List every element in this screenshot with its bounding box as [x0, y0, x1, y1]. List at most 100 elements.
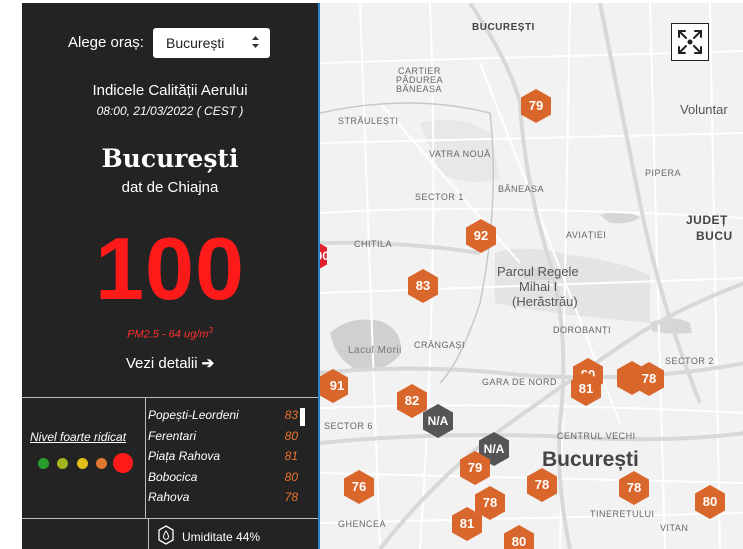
map[interactable]: BUCUREȘTI CARTIER PĂDUREA BĂNEASA STRĂUL… [318, 3, 743, 549]
aqi-marker-value: 78 [534, 477, 550, 492]
station-name: Rahova [148, 490, 190, 504]
map-label: CRÂNGAȘI [414, 340, 466, 350]
map-label: SECTOR 1 [415, 192, 464, 202]
station-row[interactable]: Ferentari 80 [148, 426, 298, 447]
map-label: BUCUREȘTI [472, 22, 535, 33]
level-dot-4 [96, 458, 107, 469]
humidity-value: Umiditate 44% [182, 530, 261, 544]
aqi-marker-value: 81 [578, 381, 594, 396]
map-label: BUCU [696, 229, 733, 243]
aqi-marker[interactable]: 79 [457, 450, 493, 486]
aqi-marker-value: 79 [528, 98, 544, 113]
station-row[interactable]: Popești-Leordeni 83 [148, 405, 298, 426]
station-value: 81 [284, 449, 298, 463]
aqi-timestamp: 08:00, 21/03/2022 ( CEST ) [96, 104, 244, 118]
station-name: Piața Rahova [148, 449, 221, 463]
map-label: Lacul Morii [348, 345, 402, 356]
aqi-marker-value: 76 [351, 479, 367, 494]
city-name: București [101, 144, 239, 173]
station-list-scrollbar[interactable] [300, 408, 305, 426]
aqi-marker[interactable]: N/A [420, 403, 456, 439]
pollutant-unit-exponent: 3 [208, 326, 213, 335]
aqi-marker[interactable]: 78 [616, 470, 652, 506]
map-label: STRĂULEȘTI [338, 116, 399, 126]
aqi-marker-value: 80 [702, 494, 718, 509]
data-source: dat de Chiajna [121, 179, 219, 196]
level-dot-1 [38, 458, 49, 469]
pollutant-reading: PM2.5 - 64 ug/m3 [22, 326, 318, 341]
fullscreen-button[interactable] [671, 23, 709, 61]
map-label: CHITILA [354, 239, 393, 249]
map-label: SECTOR 2 [665, 356, 714, 366]
map-label: Voluntar [680, 102, 728, 117]
details-link-label: Vezi detalii [125, 355, 198, 372]
city-selector-label: Alege oraș: [68, 34, 144, 51]
station-value: 83 [284, 408, 298, 422]
station-value: 80 [284, 469, 298, 484]
city-selector-row: Alege oraș: București [22, 28, 318, 60]
map-label: Mihai I [519, 279, 558, 294]
arrow-right-icon: ➔ [201, 355, 215, 372]
station-row[interactable]: Bobocica 80 [148, 467, 298, 488]
station-name: Popești-Leordeni [148, 408, 239, 422]
station-name: Bobocica [148, 469, 198, 484]
map-label: GARA DE NORD [482, 377, 558, 387]
map-label: PIPERA [645, 168, 682, 178]
map-label: JUDEȚ [686, 213, 728, 227]
aqi-marker-value: 78 [626, 480, 642, 495]
level-label[interactable]: Nivel foarte ridicat [30, 430, 126, 444]
map-label: VATRA NOUĂ [429, 149, 491, 159]
aqi-marker[interactable]: 92 [463, 218, 499, 254]
station-row[interactable]: Piața Rahova 81 [148, 446, 298, 467]
city-select[interactable]: București [153, 28, 270, 58]
details-link[interactable]: Vezi detalii ➔ [22, 354, 318, 372]
map-label: (Herăstrău) [512, 294, 578, 309]
pollutant-text: PM2.5 - 64 ug/m [127, 328, 209, 341]
select-arrows-icon [252, 36, 259, 48]
aqi-marker[interactable]: 78 [631, 361, 667, 397]
aqi-marker[interactable]: 80 [501, 524, 537, 549]
humidity-hex-icon [158, 525, 174, 545]
map-label: AVIAȚIEI [566, 230, 607, 240]
aqi-marker[interactable]: 91 [320, 368, 351, 404]
station-list: Popești-Leordeni 83 Ferentari 80 Piața Rah… [148, 405, 298, 508]
map-label: BĂNEASA [498, 184, 545, 194]
map-label: SECTOR 6 [324, 421, 373, 431]
aqi-marker[interactable]: 79 [518, 88, 554, 124]
level-dot-2 [57, 458, 68, 469]
aqi-marker-value: 78 [641, 371, 657, 386]
station-name: Ferentari [148, 428, 197, 443]
aqi-marker[interactable]: 81 [568, 371, 604, 407]
map-label: DOROBANȚI [553, 325, 612, 335]
map-label: CENTRUL VECHI [557, 431, 636, 441]
aqi-marker-value: 79 [467, 460, 483, 475]
station-row[interactable]: Rahova 78 [148, 487, 298, 508]
city-select-value: București [166, 35, 225, 51]
aqi-marker-value: 91 [329, 378, 345, 393]
aqi-marker-value: 92 [473, 228, 489, 243]
aqi-marker[interactable]: 100 [320, 238, 330, 274]
aqi-marker[interactable]: 76 [341, 469, 377, 505]
map-label: VITAN [660, 523, 689, 533]
map-label: BĂNEASA [396, 84, 443, 94]
aqi-marker-value: 81 [459, 516, 475, 531]
level-box: Nivel foarte ridicat [22, 398, 146, 518]
station-value: 80 [284, 428, 298, 443]
aqi-title: Indicele Calității Aerului [92, 82, 248, 99]
aqi-marker[interactable]: 80 [692, 484, 728, 520]
aqi-marker[interactable]: 78 [524, 467, 560, 503]
humidity-box: Umiditate 44% [148, 519, 309, 549]
level-dot-3 [77, 458, 88, 469]
map-label: GHENCEA [338, 519, 387, 529]
station-value: 78 [284, 490, 298, 504]
aqi-marker[interactable]: 81 [449, 506, 485, 542]
fullscreen-icon [678, 30, 702, 54]
aqi-marker-value: 80 [511, 534, 527, 549]
aqi-marker[interactable]: 83 [405, 268, 441, 304]
level-dot-5 [113, 453, 133, 473]
aqi-marker-value: N/A [427, 414, 449, 428]
aqi-marker-value: 83 [415, 278, 431, 293]
map-label: Parcul Regele [497, 264, 579, 279]
map-label: TINERETULUI [590, 509, 655, 519]
aqi-marker-value: 100 [320, 249, 330, 263]
